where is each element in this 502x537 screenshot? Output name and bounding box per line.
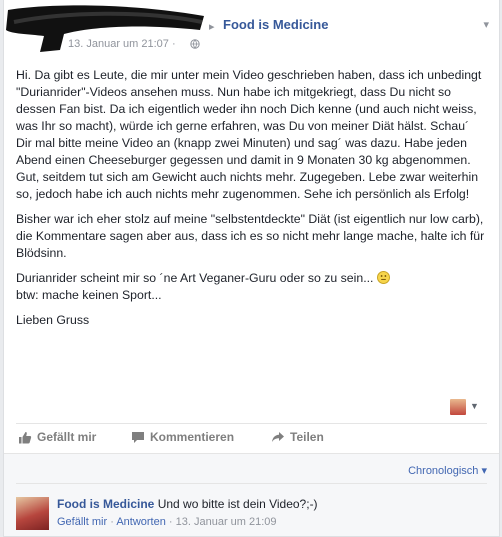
like-button[interactable]: Gefällt mir xyxy=(18,430,96,444)
comments-section: Chronologisch ▾ Food is Medicine Und wo … xyxy=(4,453,499,536)
comment-body: Food is Medicine Und wo bitte ist dein V… xyxy=(57,497,318,511)
like-label: Gefällt mir xyxy=(37,430,97,444)
meta-separator: · xyxy=(110,516,114,528)
post-timestamp[interactable]: 13. Januar um 21:07 · xyxy=(68,38,176,50)
meta-separator: · xyxy=(168,516,173,528)
smiley-icon xyxy=(376,271,390,284)
share-label: Teilen xyxy=(290,430,324,444)
reaction-avatar[interactable] xyxy=(450,399,466,415)
comment-like-link[interactable]: Gefällt mir xyxy=(57,516,107,528)
post-paragraph: Bisher war ich eher stolz auf meine "sel… xyxy=(16,212,485,260)
comment-meta: Gefällt mir · Antworten · 13. Januar um … xyxy=(57,516,277,528)
comment-label: Kommentieren xyxy=(150,430,235,444)
page-name-link[interactable]: Food is Medicine xyxy=(223,17,328,32)
chevron-down-icon[interactable]: ▼ xyxy=(470,401,479,411)
divider xyxy=(16,423,487,424)
post-paragraph-group: Durianrider scheint mir so ´ne Art Vegan… xyxy=(16,270,486,287)
comment-reply-link[interactable]: Antworten xyxy=(116,516,166,528)
commenter-name-link[interactable]: Food is Medicine xyxy=(57,497,154,511)
sort-dropdown[interactable]: Chronologisch ▾ xyxy=(408,464,487,477)
divider xyxy=(16,483,487,484)
comment-button[interactable]: Kommentieren xyxy=(131,430,234,444)
author-arrow: ▸ xyxy=(209,21,215,33)
comment-text: Und wo bitte ist dein Video?;-) xyxy=(157,497,318,511)
post-paragraph: Lieben Gruss xyxy=(16,313,90,327)
post-options-chevron-icon[interactable]: ▾ xyxy=(483,18,489,31)
avatar[interactable] xyxy=(16,497,49,530)
post-body: Hi. Da gibt es Leute, die mir unter mein… xyxy=(16,67,486,337)
post-card: ▸ Food is Medicine 13. Januar um 21:07 ·… xyxy=(3,0,500,537)
globe-icon[interactable] xyxy=(190,39,200,49)
share-button[interactable]: Teilen xyxy=(271,430,324,444)
share-arrow-icon xyxy=(272,431,284,442)
speech-bubble-icon xyxy=(132,431,144,443)
post-paragraph: btw: mache keinen Sport... xyxy=(16,288,162,302)
post-paragraph: Hi. Da gibt es Leute, die mir unter mein… xyxy=(16,68,482,201)
post-paragraph: Durianrider scheint mir so ´ne Art Vegan… xyxy=(16,271,374,285)
thumbs-up-icon xyxy=(19,431,32,443)
comment-timestamp[interactable]: 13. Januar um 21:09 xyxy=(176,516,277,528)
